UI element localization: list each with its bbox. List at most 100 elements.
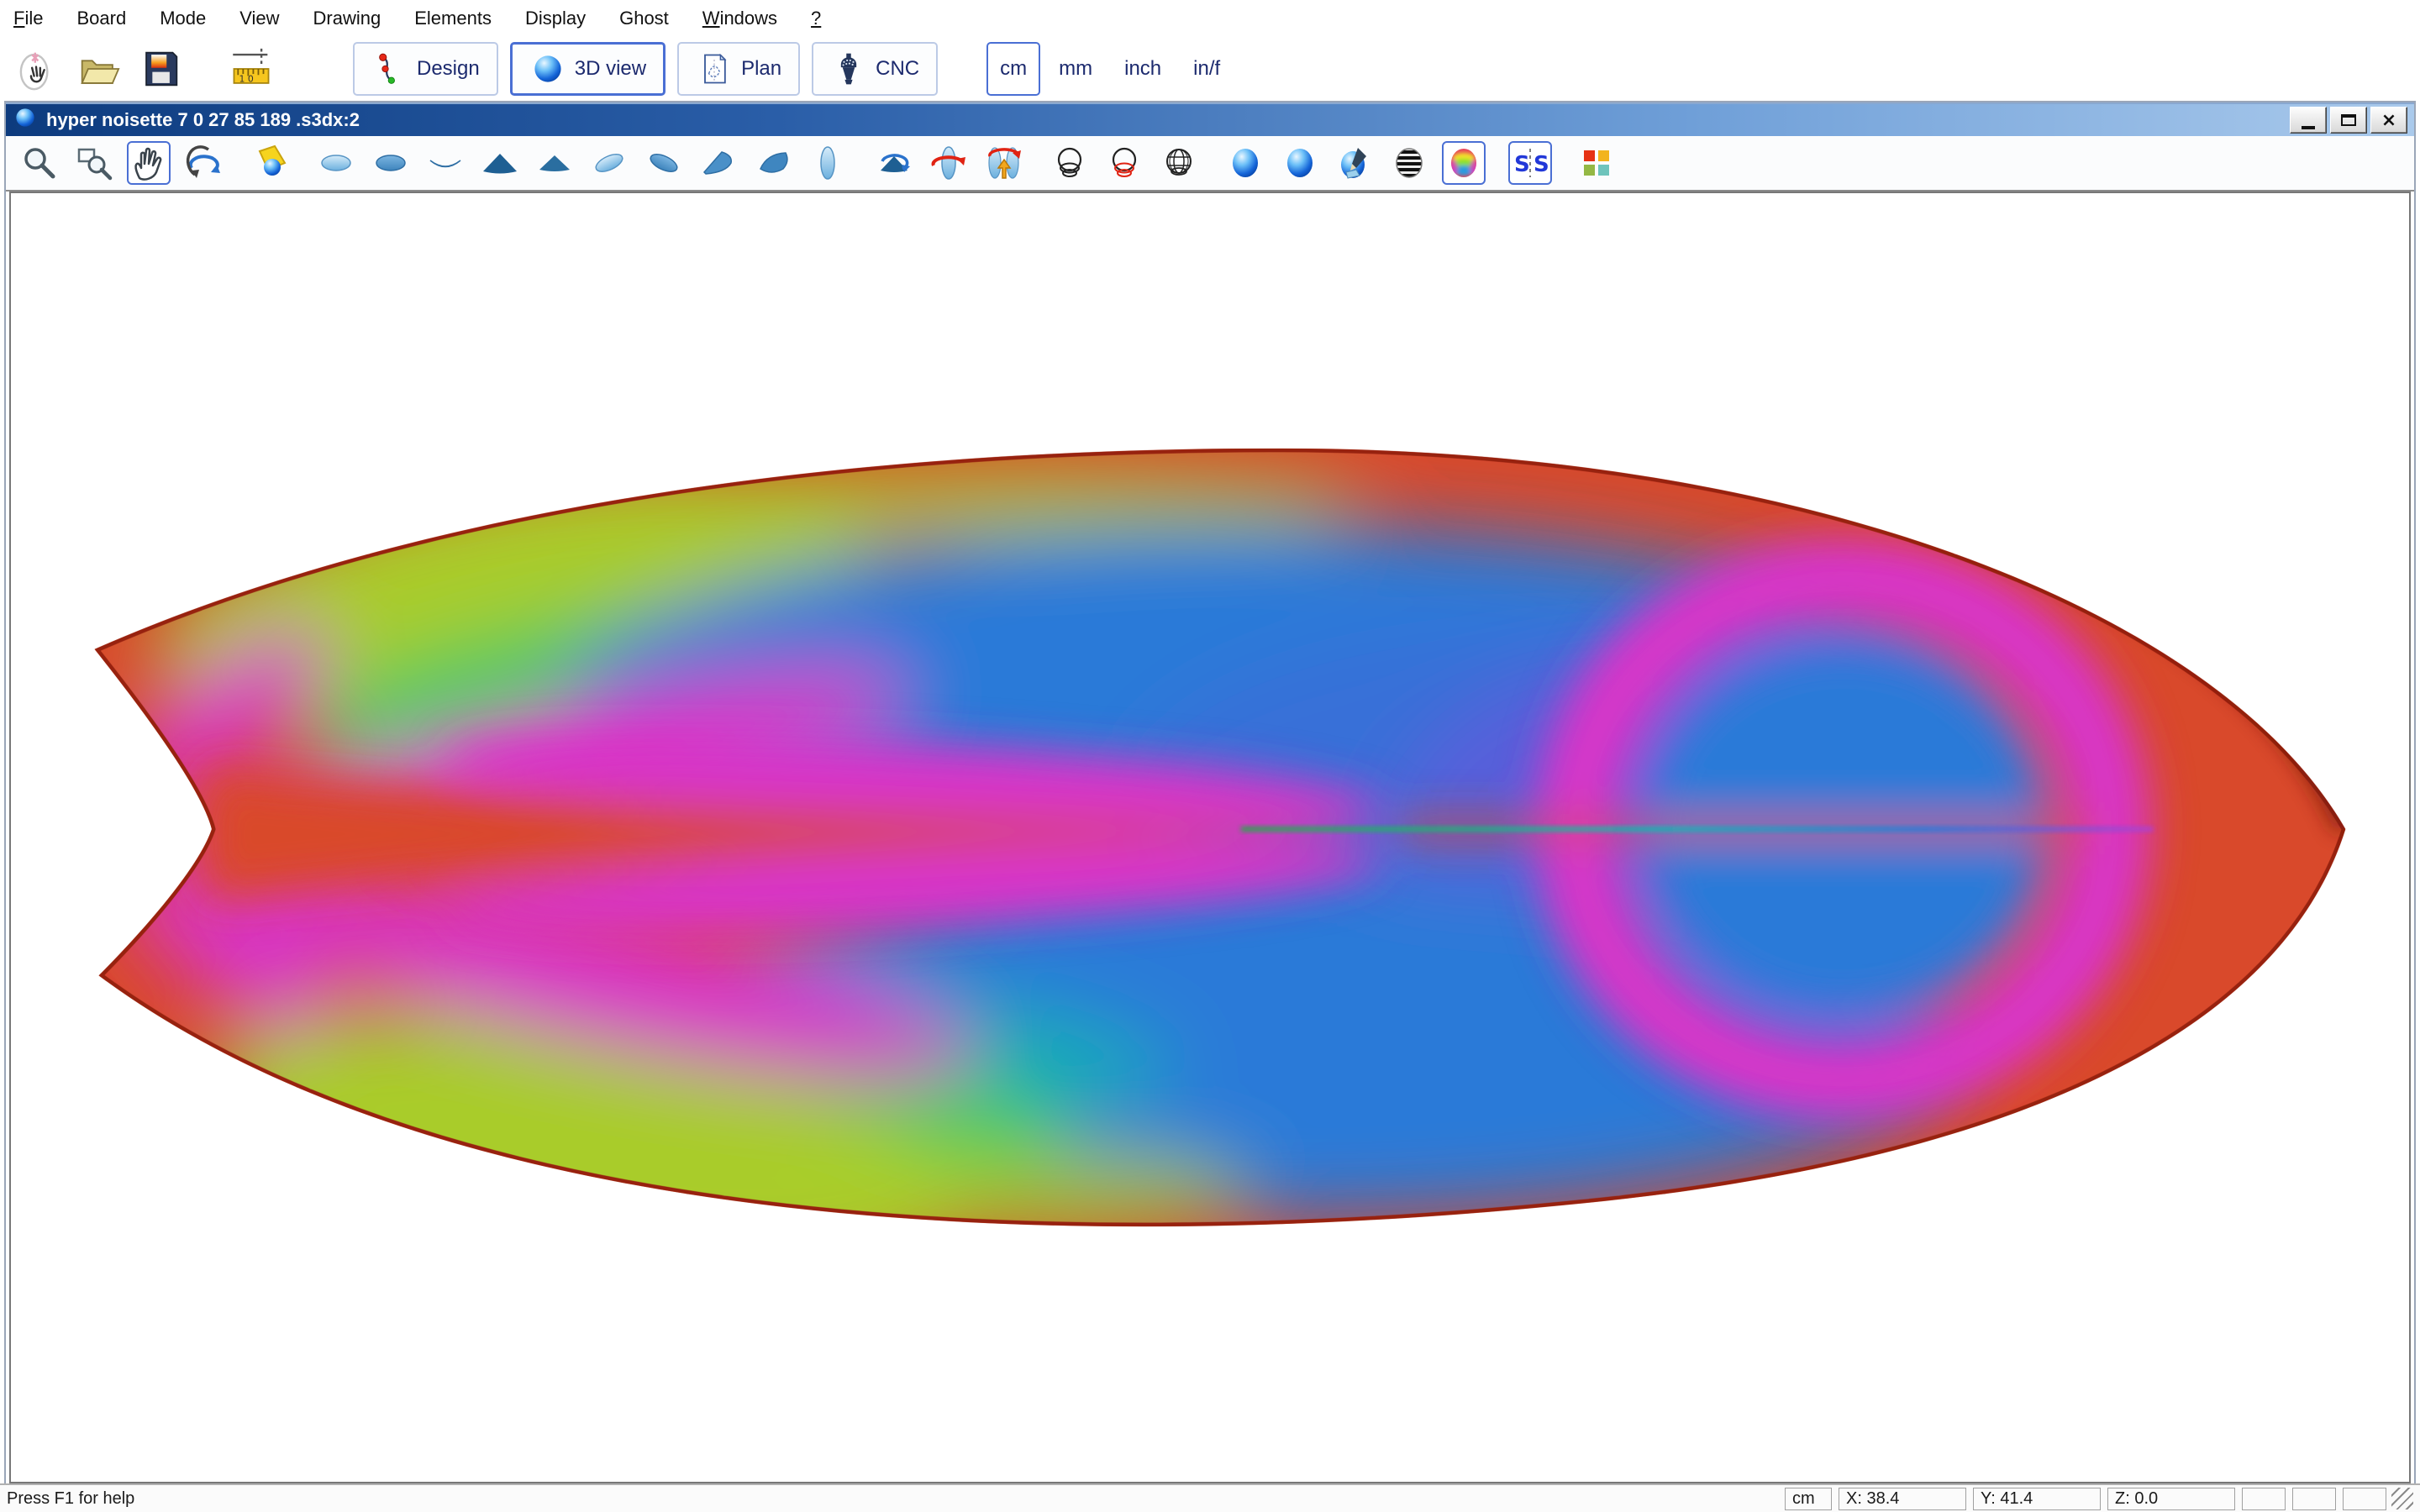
- resize-grip-icon[interactable]: [2391, 1488, 2413, 1509]
- view-outline-button[interactable]: [806, 141, 850, 185]
- mode-button-label: CNC: [876, 57, 920, 80]
- measure-button[interactable]: 1 0: [225, 43, 277, 95]
- render-smooth-icon: [1287, 149, 1313, 177]
- open-folder-icon: [81, 60, 120, 84]
- light-icon: [258, 144, 287, 176]
- view-perspective-top-button[interactable]: [587, 141, 631, 185]
- view-perspective-bottom-button[interactable]: [642, 141, 686, 185]
- mode-button-label: 3D view: [574, 57, 647, 80]
- menu-windows[interactable]: Windows: [702, 8, 777, 29]
- view-perspective-top-icon: [595, 154, 623, 172]
- save-icon: [145, 51, 178, 87]
- mesh-icon: [1166, 149, 1192, 176]
- maximize-icon: [2341, 114, 2356, 126]
- wireframe-sections-button[interactable]: [1102, 141, 1146, 185]
- menu-display[interactable]: Display: [525, 8, 586, 29]
- new-board-icon: [19, 52, 49, 91]
- mode-button-group: Design 3D view Plan CNC: [353, 42, 939, 96]
- render-smooth-button[interactable]: [1278, 141, 1322, 185]
- minimize-button[interactable]: [2290, 107, 2327, 134]
- cnc-mode-button[interactable]: CNC: [812, 42, 939, 96]
- maximize-button[interactable]: [2330, 107, 2367, 134]
- status-help-text: Press F1 for help: [7, 1488, 135, 1508]
- wireframe-button[interactable]: [1048, 141, 1092, 185]
- menu-board[interactable]: Board: [76, 8, 126, 29]
- new-board-button[interactable]: [10, 43, 62, 95]
- view-angled-bottom-button[interactable]: [751, 141, 795, 185]
- view-rocker-icon: [429, 160, 461, 168]
- menu-help[interactable]: ?: [811, 8, 821, 29]
- auto-rotate-button[interactable]: [872, 141, 916, 185]
- wireframe-icon: [1057, 147, 1082, 177]
- measure-icon: 1 0: [233, 48, 270, 85]
- view-toolbar: SS: [6, 136, 2414, 192]
- menu-file[interactable]: File: [13, 8, 43, 29]
- pan-hand-button[interactable]: [127, 141, 171, 185]
- open-folder-button[interactable]: [72, 43, 124, 95]
- status-cell-x: X: 38.4: [1839, 1487, 1966, 1510]
- unit-selector: cm mm inch in/f: [986, 42, 1234, 96]
- main-toolbar: 1 0 Design 3D view Plan CNC cm mm inch in/f: [0, 37, 2420, 101]
- sphere-icon: [16, 108, 34, 127]
- view-top-button[interactable]: [314, 141, 358, 185]
- plan-mode-button[interactable]: Plan: [677, 42, 801, 96]
- render-paint-button[interactable]: [1333, 141, 1376, 185]
- flip-board-icon: [988, 147, 1021, 179]
- view-perspective-bottom-icon: [650, 154, 678, 172]
- render-canvas[interactable]: [9, 192, 2411, 1483]
- 3d-view-mode-button[interactable]: 3D view: [509, 42, 666, 96]
- window-title-bar[interactable]: hyper noisette 7 0 27 85 189 .s3dx:2 ×: [6, 102, 2414, 136]
- board-3d-render: [94, 448, 2346, 1227]
- mode-button-label: Plan: [741, 57, 782, 80]
- view-angled-top-icon: [702, 151, 733, 175]
- save-button[interactable]: [134, 43, 187, 95]
- zoom-window-button[interactable]: [72, 141, 116, 185]
- wireframe-sections-icon: [1112, 147, 1137, 177]
- menu-view[interactable]: View: [239, 8, 279, 29]
- view-rocker-button[interactable]: [424, 141, 467, 185]
- render-paint-icon: [1341, 148, 1366, 179]
- light-button[interactable]: [248, 141, 292, 185]
- rotate-board-button[interactable]: [927, 141, 971, 185]
- view-bottom-icon: [376, 155, 406, 171]
- render-stripes-icon: [1396, 148, 1423, 178]
- status-cell-empty-5: [2292, 1487, 2336, 1510]
- unit-mm[interactable]: mm: [1045, 42, 1106, 96]
- rotate-3d-button[interactable]: [182, 141, 225, 185]
- mesh-button[interactable]: [1157, 141, 1201, 185]
- menu-drawing[interactable]: Drawing: [313, 8, 381, 29]
- pan-hand-icon: [134, 147, 162, 181]
- render-curvature-button[interactable]: [1442, 141, 1486, 185]
- zoom-window-icon: [77, 148, 113, 181]
- unit-inch[interactable]: inch: [1111, 42, 1175, 96]
- status-cell-z: Z: 0.0: [2107, 1487, 2235, 1510]
- design-mode-button[interactable]: Design: [353, 42, 498, 96]
- view-angled-top-button[interactable]: [697, 141, 740, 185]
- view-back-button[interactable]: [533, 141, 576, 185]
- window-title: hyper noisette 7 0 27 85 189 .s3dx:2: [46, 109, 360, 130]
- svg-text:1 0: 1 0: [239, 74, 254, 85]
- close-icon: ×: [2381, 109, 2397, 131]
- view-bottom-button[interactable]: [369, 141, 413, 185]
- render-solid-button[interactable]: [1223, 141, 1267, 185]
- view-front-button[interactable]: [478, 141, 522, 185]
- unit-in-f[interactable]: in/f: [1180, 42, 1234, 96]
- menu-ghost[interactable]: Ghost: [619, 8, 669, 29]
- status-cell-y: Y: 41.4: [1973, 1487, 2101, 1510]
- zoom-button[interactable]: [18, 141, 61, 185]
- palette-button[interactable]: [1575, 141, 1618, 185]
- render-stripes-button[interactable]: [1387, 141, 1431, 185]
- zoom-icon: [24, 148, 55, 179]
- unit-cm[interactable]: cm: [986, 42, 1041, 96]
- view-angled-bottom-icon: [760, 152, 788, 173]
- status-cell-empty-6: [2343, 1487, 2386, 1510]
- close-button[interactable]: ×: [2370, 107, 2407, 134]
- design-nodes-icon: [379, 53, 395, 84]
- menu-mode[interactable]: Mode: [160, 8, 206, 29]
- auto-rotate-icon: [881, 154, 910, 172]
- flip-board-button[interactable]: [981, 141, 1025, 185]
- view-back-icon: [539, 155, 570, 171]
- symmetry-button[interactable]: SS: [1508, 141, 1552, 185]
- menu-elements[interactable]: Elements: [414, 8, 492, 29]
- sphere-icon: [534, 55, 561, 82]
